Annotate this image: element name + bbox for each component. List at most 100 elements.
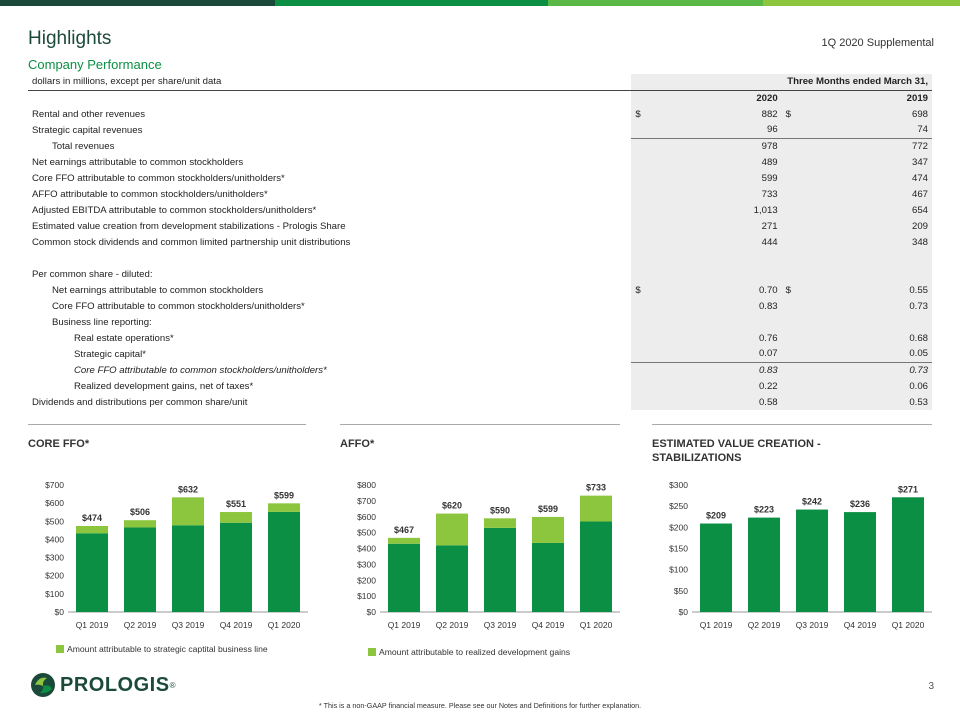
bar-total-label: $506 [130,507,150,517]
value-2020: 271 [631,218,782,234]
table-row: Estimated value creation from developmen… [28,218,932,234]
affo-legend-label: Amount attributable to realized developm… [379,647,571,657]
evc-title: ESTIMATED VALUE CREATION - STABILIZATION… [652,438,821,464]
cell-value: 0.06 [909,380,928,392]
y-tick-label: $200 [45,571,64,581]
value-2019: 348 [781,234,932,250]
legend-swatch [56,645,64,653]
footnote: * This is a non-GAAP financial measure. … [318,701,642,710]
row-label: Realized development gains, net of taxes… [74,380,254,392]
bar-total-label: $620 [442,501,462,511]
year-header-row: 2020 2019 [28,90,932,106]
table-row: AFFO attributable to common stockholders… [28,186,932,202]
y-tick-label: $400 [45,534,64,544]
bar-total-label: $242 [802,497,822,507]
bar-segment [532,542,564,612]
bar-total-label: $236 [850,499,870,509]
bar-segment [700,523,732,612]
cell-value: 444 [761,236,778,248]
cell-value: 1,013 [753,204,778,216]
row-label: Total revenues [52,140,115,152]
y-tick-label: $400 [357,544,376,554]
top-color-bar [0,0,960,6]
cell-value: 882 [761,108,778,120]
row-label: AFFO attributable to common stockholders… [32,188,268,200]
value-2020: 0.76 [631,330,782,346]
value-2019: 474 [781,170,932,186]
value-2020: 489 [631,154,782,170]
core-ffo-divider [28,424,306,425]
value-2019: $0.55 [781,282,932,298]
bar-segment [124,520,156,528]
prologis-logo-icon [31,673,55,697]
y-tick-label: $0 [367,607,377,617]
y-tick-label: $600 [357,512,376,522]
value-2019: 0.73 [781,361,932,378]
bar-total-label: $599 [274,490,294,500]
bar-segment [268,503,300,512]
value-2020: 0.83 [631,298,782,314]
y-tick-label: $700 [45,480,64,490]
value-2020: 978 [631,137,782,154]
cell-value: 74 [917,124,928,136]
x-tick-label: Q2 2019 [748,620,781,630]
table-row: Common stock dividends and common limite… [28,234,932,250]
value-2019: 0.06 [781,378,932,394]
y-tick-label: $300 [357,559,376,569]
bar-segment [172,525,204,612]
bar-total-label: $590 [490,505,510,515]
bar-segment [796,509,828,612]
bar-segment [220,512,252,523]
prologis-logo: PROLOGIS ® [30,672,175,698]
bar-total-label: $551 [226,499,246,509]
x-tick-label: Q3 2019 [172,620,205,630]
bar-segment [436,513,468,546]
cell-value: 347 [911,156,928,168]
col-2019-header: 2019 [781,90,932,106]
cell-value: 0.53 [909,396,928,408]
y-tick-label: $300 [669,480,688,490]
table-row: Net earnings attributable to common stoc… [28,154,932,170]
cell-value: 0.83 [758,300,778,312]
y-tick-label: $150 [669,544,688,554]
cell-value: 0.55 [909,284,928,296]
row-label: Strategic capital revenues [32,124,143,136]
x-tick-label: Q4 2019 [844,620,877,630]
cell-value: 271 [761,220,778,232]
x-tick-label: Q1 2019 [76,620,109,630]
x-tick-label: Q4 2019 [220,620,253,630]
value-2020: 733 [631,186,782,202]
row-label: Business line reporting: [52,316,152,328]
bar-segment [532,516,564,543]
bar-total-label: $223 [754,505,774,515]
row-label: Net earnings attributable to common stoc… [52,284,264,296]
row-label: Core FFO attributable to common stockhol… [74,364,327,376]
row-label: Real estate operations* [74,332,174,344]
bar-total-label: $733 [586,483,606,493]
bar-segment [580,521,612,612]
spacer-row [28,250,932,266]
row-label: Net earnings attributable to common stoc… [32,156,244,168]
cell-value: 0.58 [758,396,778,408]
table-row: Strategic capital* 0.07 0.05 [28,346,932,362]
cell-value: 0.76 [758,332,778,344]
table-row: Core FFO attributable to common stockhol… [28,298,932,314]
legend-swatch [368,648,376,656]
row-label: Per common share - diluted: [32,268,153,280]
y-tick-label: $700 [357,496,376,506]
dollar-sign: $ [635,284,641,296]
x-tick-label: Q3 2019 [796,620,829,630]
table-row: Net earnings attributable to common stoc… [28,282,932,298]
company-performance-table: dollars in millions, except per share/un… [28,74,932,410]
core-ffo-title: CORE FFO* [28,438,90,450]
x-tick-label: Q1 2020 [892,620,925,630]
bar-total-label: $632 [178,484,198,494]
cell-value: 0.73 [909,364,928,376]
value-2019: $698 [781,106,932,122]
bar-segment [388,537,420,544]
affo-title: AFFO* [340,438,375,450]
page-title: Highlights [28,28,112,49]
core-ffo-legend-label: Amount attributable to strategic captita… [67,644,268,654]
bar-segment [172,497,204,526]
y-tick-label: $0 [679,607,689,617]
